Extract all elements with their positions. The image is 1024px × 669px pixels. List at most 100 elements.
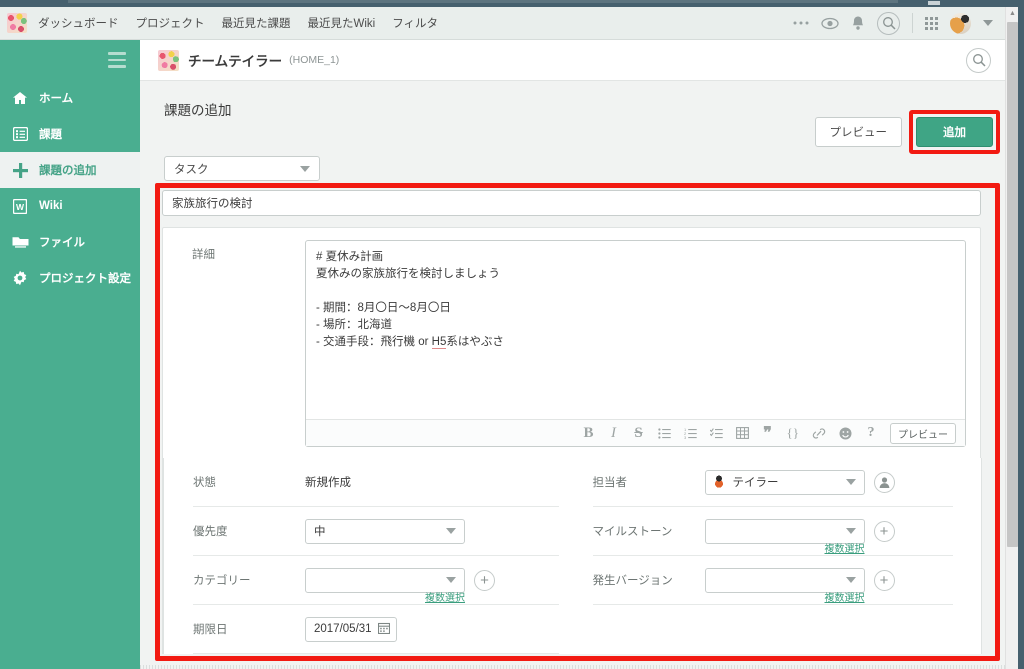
chevron-down-icon <box>845 528 856 534</box>
assign-to-me-icon[interactable] <box>873 471 895 493</box>
table-icon[interactable] <box>735 427 749 439</box>
plus-icon <box>10 162 30 178</box>
topnav-divider <box>912 13 913 33</box>
strikethrough-icon[interactable]: S <box>633 425 645 442</box>
add-version-button[interactable]: + <box>873 569 895 591</box>
field-version: 発生バージョン + 複数選択 <box>592 556 953 605</box>
chevron-down-icon <box>446 528 456 534</box>
due-date-input[interactable]: 2017/05/31 <box>305 616 397 642</box>
topnav-link-filter[interactable]: フィルタ <box>392 15 438 31</box>
assignee-control: テイラー <box>704 469 895 495</box>
fields-grid: 状態 新規作成 優先度 中 カテゴリー + 複数選択 期限日 2017/05/3… <box>163 458 982 654</box>
category-multi-select-link[interactable]: 複数選択 <box>305 589 465 604</box>
desc-line-6c: 系はやぶさ <box>446 336 504 348</box>
numbered-list-icon[interactable]: 123 <box>684 428 697 439</box>
priority-control: 中 <box>305 518 465 544</box>
desc-line-1: # 夏休み計画 <box>316 251 384 263</box>
svg-text:W: W <box>16 202 25 212</box>
description-textarea[interactable]: # 夏休み計画 夏休みの家族旅行を検討しましょう - 期間：8月〇日〜8月〇日 … <box>306 241 965 419</box>
fields-right-column: 担当者 テイラー マイルストーン + 複数選択 発生バージョン + 複数選択 <box>573 458 968 654</box>
field-label: 状態 <box>193 477 216 489</box>
sidebar-item-files[interactable]: ファイル <box>0 224 140 260</box>
topnav-link-recent-issues[interactable]: 最近見た課題 <box>222 15 291 31</box>
account-avatar[interactable] <box>950 12 971 34</box>
project-key: (HOME_1) <box>289 54 340 66</box>
project-avatar <box>158 49 179 71</box>
editor-preview-button[interactable]: プレビュー <box>890 422 956 444</box>
help-icon[interactable]: ? <box>865 425 877 441</box>
sidebar-header <box>0 40 140 80</box>
issue-type-select[interactable]: タスク <box>164 156 320 181</box>
description-row: 詳細 # 夏休み計画 夏休みの家族旅行を検討しましょう - 期間：8月〇日〜8月… <box>163 240 980 459</box>
vertical-scrollbar[interactable]: ▲ <box>1005 7 1018 669</box>
milestone-multi-select-link[interactable]: 複数選択 <box>705 540 865 555</box>
apps-grid-icon[interactable] <box>925 16 938 30</box>
sidebar-item-issues[interactable]: 課題 <box>0 116 140 152</box>
chevron-down-icon[interactable] <box>983 20 993 26</box>
sidebar-item-project-settings[interactable]: プロジェクト設定 <box>0 260 140 296</box>
checklist-icon[interactable] <box>709 427 723 439</box>
window-control-button[interactable] <box>928 1 940 5</box>
global-top-nav: ダッシュボード プロジェクト 最近見た課題 最近見たWiki フィルタ <box>0 7 1005 40</box>
add-milestone-button[interactable]: + <box>873 520 895 542</box>
field-label: 優先度 <box>193 526 228 538</box>
due-date-value: 2017/05/31 <box>314 623 372 635</box>
italic-icon[interactable]: I <box>608 425 620 442</box>
field-status: 状態 新規作成 <box>193 458 559 507</box>
scrollbar-thumb[interactable] <box>1007 22 1018 547</box>
link-icon[interactable] <box>812 427 826 440</box>
search-icon[interactable] <box>966 47 991 73</box>
app-screen: ダッシュボード プロジェクト 最近見た課題 最近見たWiki フィルタ ホーム … <box>0 0 1024 669</box>
sidebar-item-add-issue[interactable]: 課題の追加 <box>0 152 140 188</box>
emoji-icon[interactable] <box>839 427 852 440</box>
subject-input[interactable]: 家族旅行の検討 <box>162 190 981 216</box>
browser-tab-strip <box>68 0 898 3</box>
space-avatar[interactable] <box>7 13 27 33</box>
ellipsis-icon[interactable] <box>793 20 809 26</box>
add-category-button[interactable]: + <box>474 569 495 591</box>
chevron-down-icon <box>300 165 310 172</box>
description-editor[interactable]: # 夏休み計画 夏休みの家族旅行を検討しましょう - 期間：8月〇日〜8月〇日 … <box>305 240 966 447</box>
add-button[interactable]: 追加 <box>916 117 993 147</box>
editor-toolbar: B I S 123 ❞ {} ? プレビュー <box>306 419 965 446</box>
field-milestone: マイルストーン + 複数選択 <box>592 507 953 556</box>
assignee-value: テイラー <box>732 477 779 489</box>
quote-icon[interactable]: ❞ <box>762 423 774 443</box>
sidebar-item-home[interactable]: ホーム <box>0 80 140 116</box>
field-label: 担当者 <box>592 477 628 489</box>
preview-button[interactable]: プレビュー <box>814 117 902 147</box>
add-button-highlight: 追加 <box>909 110 1000 154</box>
wiki-icon: W <box>10 198 30 214</box>
project-name: チームテイラー <box>188 54 283 69</box>
desc-line-5: - 場所：北海道 <box>316 319 393 331</box>
priority-select[interactable]: 中 <box>305 518 465 544</box>
hamburger-menu-icon[interactable] <box>108 52 126 68</box>
assignee-avatar <box>711 475 726 489</box>
fields-left-column: 状態 新規作成 優先度 中 カテゴリー + 複数選択 期限日 2017/05/3… <box>178 458 573 654</box>
eye-icon[interactable] <box>821 17 839 30</box>
desc-line-4: - 期間：8月〇日〜8月〇日 <box>316 302 451 314</box>
sidebar-item-wiki[interactable]: W Wiki <box>0 188 140 224</box>
issue-form: 家族旅行の検討 詳細 # 夏休み計画 夏休みの家族旅行を検討しましょう - 期間… <box>162 190 993 654</box>
search-icon[interactable] <box>877 11 900 35</box>
field-due-date: 期限日 2017/05/31 <box>193 605 559 654</box>
field-label: 発生バージョン <box>592 575 673 587</box>
sidebar-item-label: 課題の追加 <box>39 165 97 177</box>
topnav-link-recent-wiki[interactable]: 最近見たWiki <box>308 15 376 31</box>
bold-icon[interactable]: B <box>583 425 595 442</box>
folder-icon <box>10 234 30 250</box>
project-sidebar: ホーム 課題 課題の追加 W Wiki ファイル プロジェクト設定 <box>0 40 140 669</box>
chevron-down-icon <box>446 577 456 583</box>
gear-icon <box>10 270 30 286</box>
assignee-select[interactable]: テイラー <box>704 469 865 495</box>
list-icon <box>10 126 30 142</box>
version-multi-select-link[interactable]: 複数選択 <box>705 589 865 604</box>
bell-icon[interactable] <box>851 15 865 31</box>
desc-line-6a: - 交通手段：飛行機 or <box>316 336 432 348</box>
topnav-link-projects[interactable]: プロジェクト <box>136 15 205 31</box>
page-bottom-edge <box>140 665 1005 669</box>
bullet-list-icon[interactable] <box>657 427 671 439</box>
topnav-link-dashboard[interactable]: ダッシュボード <box>38 15 119 31</box>
code-icon[interactable]: {} <box>787 425 799 441</box>
chevron-down-icon <box>845 479 856 485</box>
